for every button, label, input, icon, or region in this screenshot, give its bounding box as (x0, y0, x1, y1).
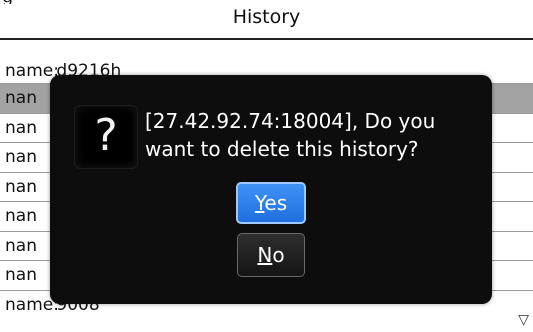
row-label: nan (5, 265, 37, 285)
row-label: nan (5, 176, 37, 197)
top-clipped-text: g (0, 0, 533, 4)
yes-mnemonic: Y (254, 191, 265, 215)
row-label: name: (5, 61, 59, 81)
question-icon: ? (74, 105, 138, 169)
page-title: History (232, 6, 301, 28)
no-label-rest: o (272, 243, 285, 267)
row-label: name: (5, 294, 59, 315)
row-label: nan (5, 117, 37, 138)
yes-button[interactable]: Yes (236, 182, 306, 224)
no-mnemonic: N (257, 243, 273, 267)
row-label: nan (5, 88, 37, 108)
scroll-down-icon[interactable]: ▽ (518, 312, 529, 328)
yes-label-rest: es (264, 191, 288, 215)
delete-confirm-dialog: ? [27.42.92.74:18004], Do you want to de… (50, 75, 492, 304)
no-button[interactable]: No (237, 233, 305, 277)
row-label: nan (5, 235, 37, 256)
row-label: nan (5, 147, 37, 167)
dialog-message: [27.42.92.74:18004], Do you want to dele… (145, 109, 436, 161)
row-label: nan (5, 206, 37, 226)
title-divider (0, 38, 533, 40)
